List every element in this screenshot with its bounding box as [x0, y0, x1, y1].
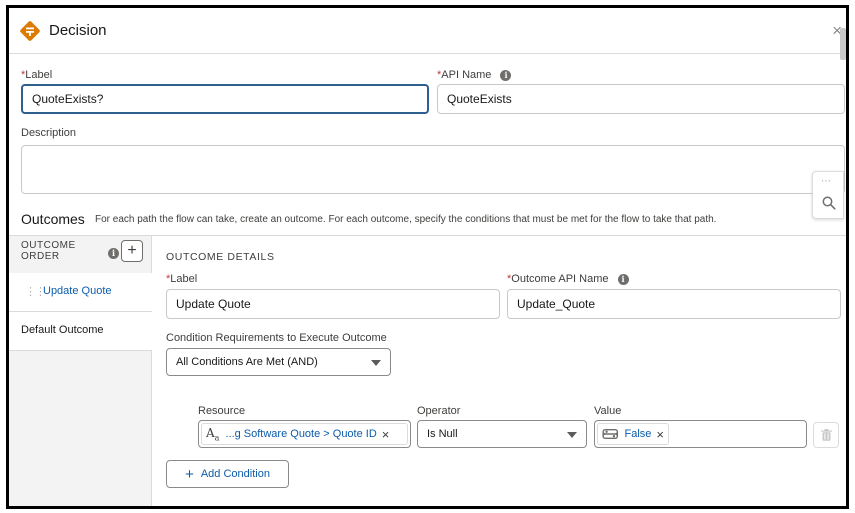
chevron-down-icon: [371, 360, 381, 366]
label-field-label: *Label: [21, 69, 53, 81]
outcomes-heading: Outcomes: [21, 211, 85, 227]
condition-requirements-select[interactable]: All Conditions Are Met (AND): [166, 348, 391, 376]
value-label: Value: [594, 405, 622, 417]
boolean-toggle-icon: [602, 428, 619, 440]
outcome-item-update-quote[interactable]: ⋮⋮ Update Quote: [9, 273, 152, 312]
resource-pill[interactable]: Aa ...g Software Quote > Quote ID ×: [201, 423, 408, 445]
drag-handle-icon[interactable]: ⋮⋮: [25, 285, 46, 298]
outcome-order-label: OUTCOME ORDER: [21, 240, 76, 262]
outcome-label-input[interactable]: Update Quote: [166, 289, 500, 319]
api-name-field-label: *API Name i: [437, 69, 512, 81]
modal-title: Decision: [49, 22, 107, 39]
remove-pill-icon[interactable]: ×: [656, 427, 664, 442]
outcome-api-name-field-label: *Outcome API Name i: [507, 273, 629, 285]
operator-label: Operator: [417, 405, 461, 417]
modal-header: Decision ×: [9, 8, 846, 54]
operator-select[interactable]: Is Null: [417, 420, 587, 448]
delete-condition-button[interactable]: [813, 422, 839, 448]
trash-icon: [821, 429, 832, 441]
decision-modal: Decision × *Label QuoteExists? *API Name…: [6, 5, 849, 509]
add-outcome-button[interactable]: +: [121, 240, 143, 262]
plus-icon: +: [185, 465, 194, 483]
more-dots-icon[interactable]: ⋯: [821, 176, 832, 187]
value-pill[interactable]: False ×: [597, 423, 669, 445]
outcome-item-label: Default Outcome: [21, 324, 104, 336]
outcome-item-default[interactable]: Default Outcome: [9, 312, 152, 351]
outcome-order-info-icon[interactable]: i: [108, 248, 119, 259]
scrollbar-thumb[interactable]: [840, 28, 846, 60]
resource-combobox[interactable]: Aa ...g Software Quote > Quote ID ×: [198, 420, 411, 448]
label-input[interactable]: QuoteExists?: [21, 84, 429, 114]
chevron-down-icon: [567, 432, 577, 438]
value-combobox[interactable]: False ×: [594, 420, 807, 448]
outcomes-description: For each path the flow can take, create …: [95, 214, 717, 225]
description-textarea[interactable]: [21, 145, 845, 194]
info-icon[interactable]: i: [500, 69, 512, 81]
decision-icon: [20, 21, 40, 41]
outcome-item-label: Update Quote: [43, 285, 112, 297]
text-type-icon: Aa: [206, 425, 220, 443]
add-condition-button[interactable]: + Add Condition: [166, 460, 289, 488]
resource-label: Resource: [198, 405, 246, 417]
outcome-label-field-label: *Label: [166, 273, 198, 285]
api-name-input[interactable]: QuoteExists: [437, 84, 845, 114]
side-toolbar: ⋯: [812, 171, 844, 219]
info-icon[interactable]: i: [617, 273, 629, 285]
outcome-api-name-input[interactable]: Update_Quote: [507, 289, 841, 319]
search-icon[interactable]: [822, 196, 836, 210]
description-field-label: Description: [21, 127, 77, 139]
outcome-details-heading: OUTCOME DETAILS: [166, 251, 275, 263]
remove-pill-icon[interactable]: ×: [382, 427, 390, 442]
condition-requirements-label: Condition Requirements to Execute Outcom…: [166, 332, 387, 344]
